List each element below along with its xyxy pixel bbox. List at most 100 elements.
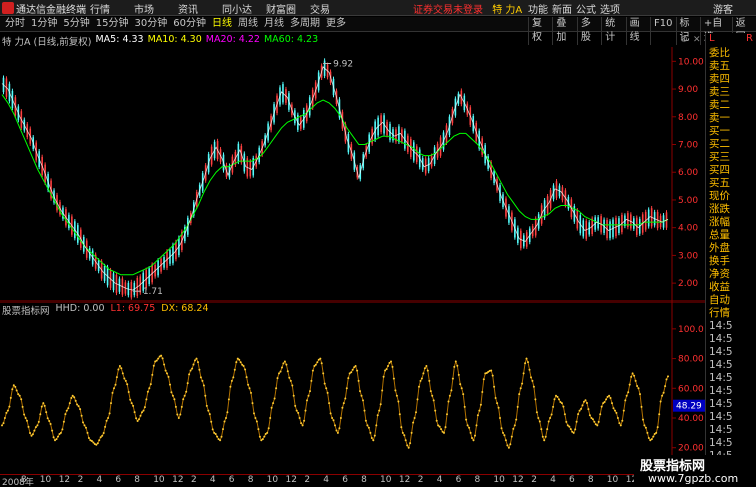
menu-news[interactable]: 资讯 [178, 1, 222, 16]
dx-dot [79, 408, 82, 411]
dx-dot [99, 436, 102, 439]
dx-dot [581, 404, 584, 407]
dx-dot [121, 372, 124, 375]
dx-dot [643, 424, 646, 427]
dx-dot [562, 405, 565, 408]
dx-dot [179, 413, 182, 416]
restore-right-button[interactable]: 复权 [528, 17, 552, 45]
dx-dot [161, 357, 164, 360]
dx-dot [314, 363, 317, 366]
dx-dot [73, 396, 76, 399]
panel-left-marker[interactable]: L [709, 33, 715, 47]
trade-login-notice[interactable]: 证券交易未登录 特 力A [413, 1, 522, 16]
guest-user[interactable]: 游客 [713, 1, 733, 16]
panel-right-marker[interactable]: R [746, 33, 753, 47]
dx-dot [160, 354, 163, 357]
indicator-chart[interactable]: 100.0 80.00 60.00 40.00 20.00 48.29 [0, 302, 705, 474]
menu-assistant[interactable]: 同小达 [222, 1, 266, 16]
dx-dot [471, 437, 473, 439]
dx-dot [540, 428, 543, 431]
dx-dot [132, 404, 135, 407]
dx-dot [273, 397, 276, 400]
dx-dot [426, 369, 429, 372]
dx-dot [129, 398, 132, 401]
menu-quotes[interactable]: 行情 [90, 1, 134, 16]
menu-options[interactable]: 选项 [600, 1, 624, 16]
tab-intraday[interactable]: 分时 [2, 17, 28, 31]
menu-market[interactable]: 市场 [134, 1, 178, 16]
dx-dot [507, 446, 510, 449]
tab-monthly[interactable]: 月线 [261, 17, 287, 31]
multi-stock-button[interactable]: 多股 [576, 17, 601, 45]
quote-field: 总量 [709, 229, 730, 241]
menu-trade[interactable]: 交易 [310, 1, 354, 16]
quote-field: 14:5 [709, 372, 733, 384]
dx-dot [18, 394, 21, 397]
dx-dot [191, 367, 194, 370]
dx-dot [372, 439, 375, 442]
dx-dot [169, 383, 171, 386]
dx-dot [345, 387, 348, 390]
dx-dot [416, 398, 419, 401]
tab-60min[interactable]: 60分钟 [170, 17, 209, 31]
dx-dot [392, 377, 395, 380]
dx-dot [107, 417, 110, 419]
tab-5min[interactable]: 5分钟 [60, 17, 92, 31]
dx-dot [584, 399, 587, 402]
dx-dot [578, 409, 581, 412]
dx-dot [251, 402, 254, 405]
price-chart[interactable]: 10.00 9.00 8.00 7.00 6.00 5.00 4.00 3.00 2.00 9.9… [0, 47, 705, 302]
dx-dot [194, 359, 196, 362]
dx-dot [176, 413, 179, 416]
dx-dot [12, 384, 15, 387]
menu-function[interactable]: 功能 [528, 1, 552, 16]
tab-30min[interactable]: 30分钟 [131, 17, 170, 31]
dx-dot [298, 417, 301, 419]
menu-formula[interactable]: 公式 [576, 1, 600, 16]
menu-wealth[interactable]: 财富圈 [266, 1, 310, 16]
dx-dot [497, 406, 500, 409]
close-icon[interactable]: ✕ [693, 35, 701, 45]
dx-dot [637, 387, 640, 390]
tab-multi-period[interactable]: 多周期 [287, 17, 323, 31]
time-tick-label: 12 [285, 475, 297, 485]
dx-dot [493, 385, 496, 388]
dx-dot [114, 383, 117, 386]
draw-line-button[interactable]: 画线 [625, 17, 650, 45]
dx-dot [506, 444, 509, 447]
dx-dot [9, 396, 12, 399]
tab-more[interactable]: 更多 [323, 17, 349, 31]
dx-dot [434, 409, 437, 412]
overlay-button[interactable]: 叠加 [552, 17, 576, 45]
time-tick-label: 12 [58, 475, 71, 485]
dx-dot [275, 387, 278, 390]
dx-dot [342, 402, 345, 405]
dx-dot [227, 398, 230, 401]
dx-dot [370, 437, 373, 439]
dx-dot [518, 393, 521, 396]
dx-dot [615, 411, 618, 414]
statistics-button[interactable]: 统计 [601, 17, 625, 45]
quote-field: 14:5 [709, 359, 733, 371]
dx-dot [456, 364, 459, 367]
dx-dot [250, 391, 252, 394]
dx-dot [422, 372, 425, 375]
tab-weekly[interactable]: 周线 [235, 17, 261, 31]
dx-dot [546, 428, 549, 431]
ma5-value: MA5: 4.33 [95, 34, 144, 45]
dx-dot [530, 376, 532, 379]
tab-15min[interactable]: 15分钟 [93, 17, 132, 31]
tab-1min[interactable]: 1分钟 [28, 17, 60, 31]
tab-daily[interactable]: 日线 [209, 17, 235, 31]
f10-button[interactable]: F10 [650, 17, 675, 45]
indicator-tick-label: 60.00 [678, 384, 704, 394]
settings-icon[interactable]: ⚙ [680, 35, 688, 45]
dx-dot [166, 372, 168, 375]
dx-dot [639, 393, 641, 396]
quote-field: 换手 [709, 255, 730, 267]
dx-dot [549, 417, 552, 419]
menu-new-page[interactable]: 新面 [552, 1, 576, 16]
dx-dot [366, 424, 369, 427]
dx-dot [382, 375, 385, 378]
dx-dot [410, 431, 413, 434]
